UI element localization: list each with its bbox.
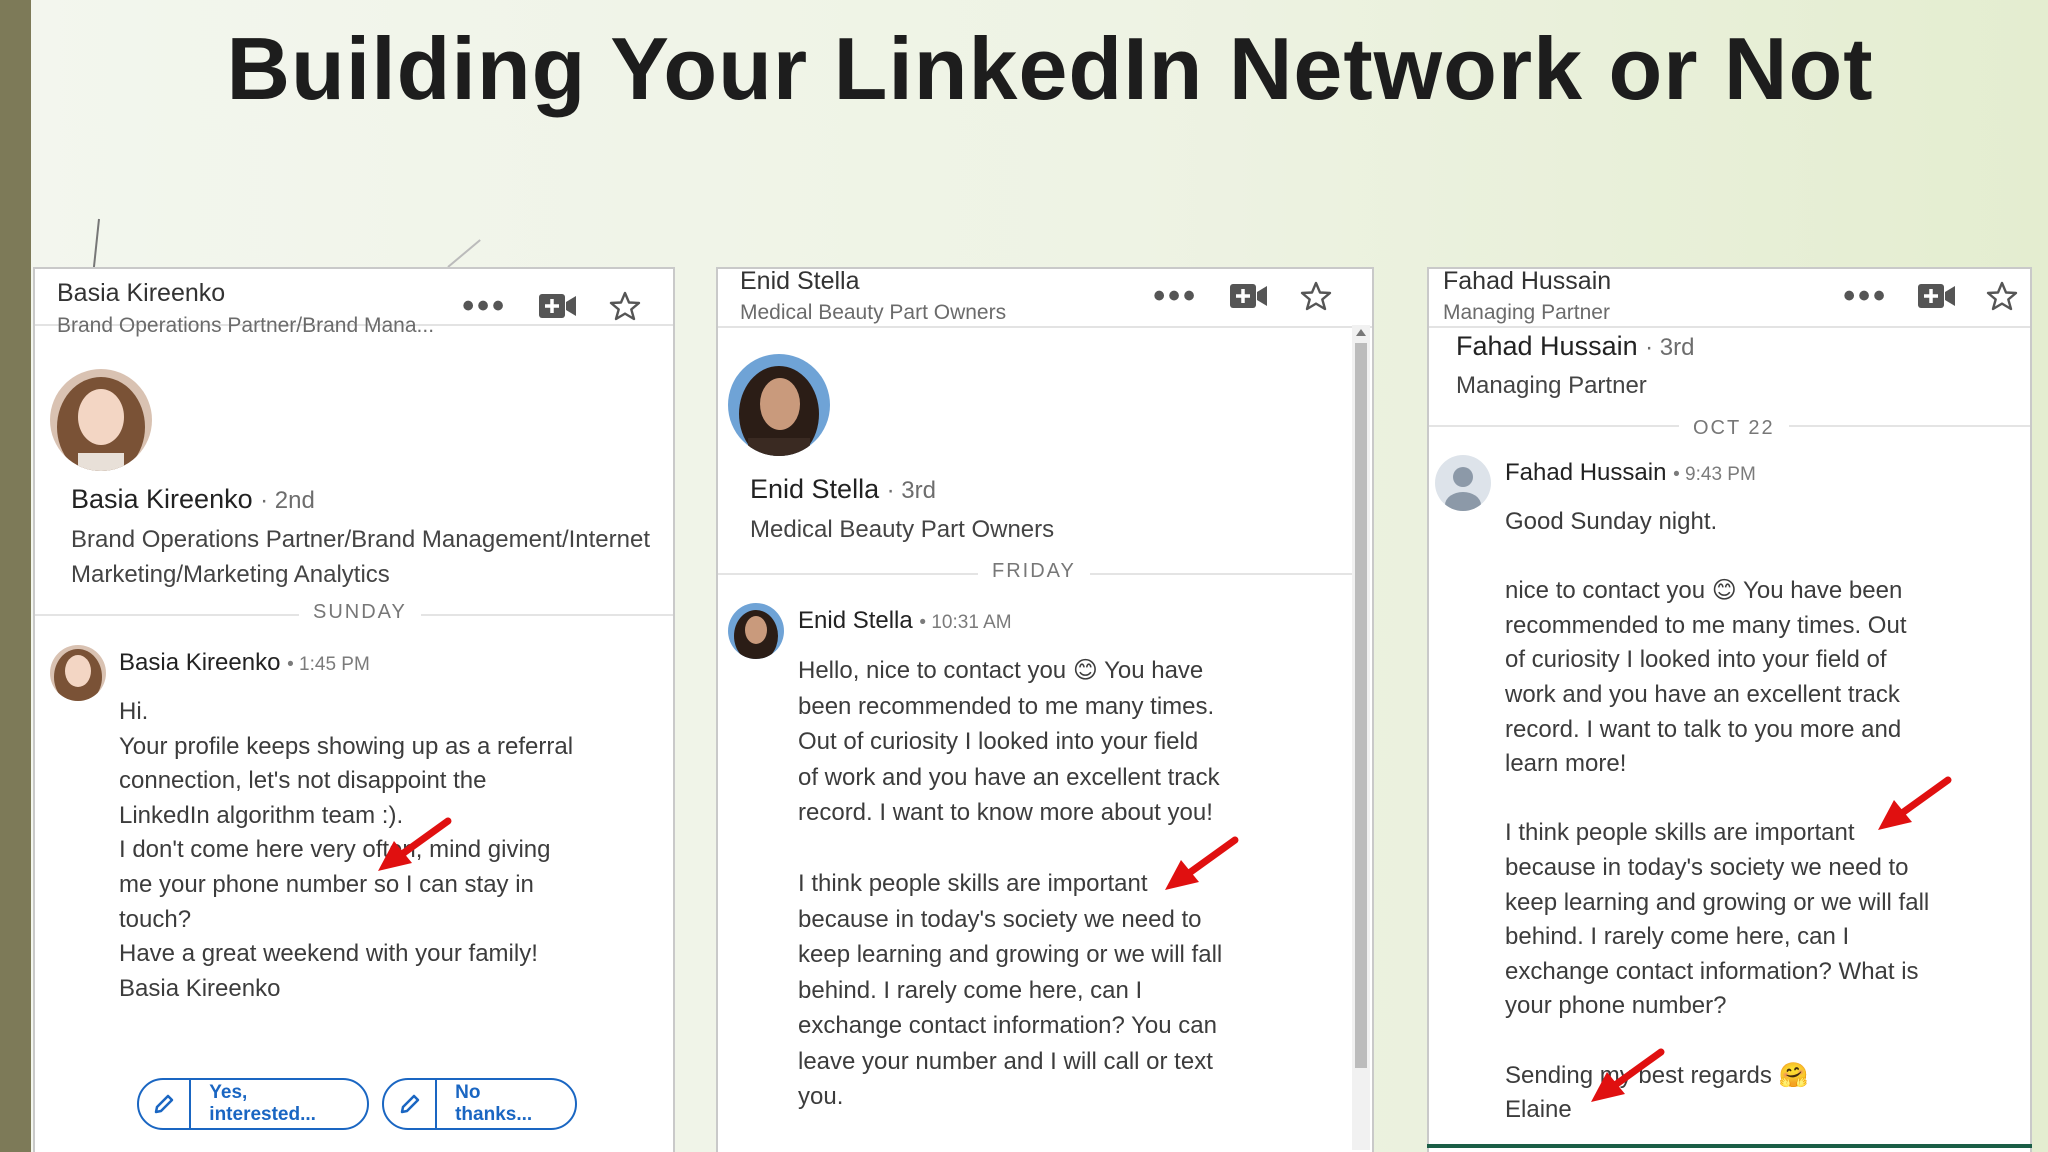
profile-name[interactable]: Basia Kireenko · 2nd — [71, 484, 315, 515]
quick-reply-yes-label: Yes, interested... — [209, 1082, 316, 1125]
connection-degree: · 2nd — [260, 487, 315, 514]
more-dots-icon[interactable]: ••• — [1843, 279, 1888, 313]
red-arrow-icon — [1165, 836, 1239, 890]
slide-title: Building Your LinkedIn Network or Not — [226, 19, 1874, 118]
connection-degree: · 3rd — [886, 477, 936, 504]
header-contact-name[interactable]: Basia Kireenko — [57, 279, 225, 308]
message-time: • 1:45 PM — [287, 654, 370, 675]
sender-avatar[interactable] — [728, 603, 784, 659]
star-icon[interactable] — [609, 291, 641, 321]
conversation-panel-basia: Basia Kireenko Brand Operations Partner/… — [33, 267, 675, 1152]
message-body: Good Sunday night. nice to contact you 😊… — [1505, 508, 1930, 1124]
message-time: • 10:31 AM — [919, 612, 1012, 633]
scroll-up-arrow-icon[interactable] — [1356, 329, 1366, 336]
header-contact-subtitle: Medical Beauty Part Owners — [740, 301, 1007, 324]
profile-headline: Managing Partner — [1456, 372, 1647, 399]
pencil-icon — [384, 1080, 438, 1128]
quick-reply-no-button[interactable]: No thanks... — [382, 1078, 577, 1130]
message-time: • 9:43 PM — [1673, 464, 1756, 485]
header-contact-subtitle: Managing Partner — [1443, 301, 1610, 324]
decorative-line — [92, 218, 100, 271]
star-icon[interactable] — [1986, 281, 2018, 311]
profile-avatar[interactable] — [728, 354, 830, 456]
quick-reply-yes-button[interactable]: Yes, interested... — [137, 1078, 369, 1130]
panel-bottom-accent-line — [1427, 1144, 2032, 1148]
red-arrow-icon — [378, 817, 452, 871]
pencil-icon — [139, 1080, 192, 1128]
sender-avatar[interactable] — [1435, 455, 1491, 511]
profile-headline: Medical Beauty Part Owners — [750, 516, 1055, 543]
conversation-header: Enid Stella Medical Beauty Part Owners •… — [718, 269, 1372, 328]
conversation-panel-enid: Enid Stella Medical Beauty Part Owners •… — [716, 267, 1374, 1152]
profile-headline: Brand Operations Partner/Brand Managemen… — [71, 526, 650, 588]
quick-reply-no-label: No thanks... — [455, 1082, 533, 1125]
video-call-icon[interactable] — [539, 293, 577, 319]
profile-name[interactable]: Enid Stella · 3rd — [750, 474, 936, 505]
message-body: Hi. Your profile keeps showing up as a r… — [119, 698, 574, 1002]
header-contact-name[interactable]: Fahad Hussain — [1443, 269, 1611, 296]
header-contact-name[interactable]: Enid Stella — [740, 269, 860, 296]
scrollbar[interactable] — [1352, 325, 1370, 1150]
conversation-header: Basia Kireenko Brand Operations Partner/… — [35, 269, 673, 337]
sender-avatar[interactable] — [50, 645, 106, 701]
header-contact-subtitle: Brand Operations Partner/Brand Mana... — [57, 314, 435, 337]
red-arrow-icon — [1878, 776, 1952, 830]
message-sender[interactable]: Enid Stella • 10:31 AM — [798, 607, 1012, 635]
day-label: SUNDAY — [299, 601, 421, 624]
day-label: FRIDAY — [978, 560, 1090, 583]
conversation-panel-fahad: Fahad Hussain Managing Partner ••• Fahad… — [1427, 267, 2032, 1152]
more-dots-icon[interactable]: ••• — [462, 289, 507, 323]
decorative-line — [447, 239, 481, 268]
message-sender[interactable]: Basia Kireenko • 1:45 PM — [119, 649, 370, 677]
day-label: OCT 22 — [1679, 417, 1789, 440]
slide-accent-bar — [0, 0, 31, 1152]
video-call-icon[interactable] — [1918, 283, 1956, 309]
scroll-thumb[interactable] — [1355, 343, 1367, 1068]
star-icon[interactable] — [1300, 281, 1332, 311]
profile-name[interactable]: Fahad Hussain · 3rd — [1456, 331, 1694, 362]
connection-degree: · 3rd — [1645, 334, 1695, 361]
video-call-icon[interactable] — [1230, 283, 1268, 309]
more-dots-icon[interactable]: ••• — [1153, 279, 1198, 313]
message-sender[interactable]: Fahad Hussain • 9:43 PM — [1505, 459, 1756, 487]
conversation-header: Fahad Hussain Managing Partner ••• — [1429, 269, 2030, 328]
red-arrow-icon — [1591, 1048, 1665, 1102]
profile-avatar[interactable] — [50, 369, 152, 471]
